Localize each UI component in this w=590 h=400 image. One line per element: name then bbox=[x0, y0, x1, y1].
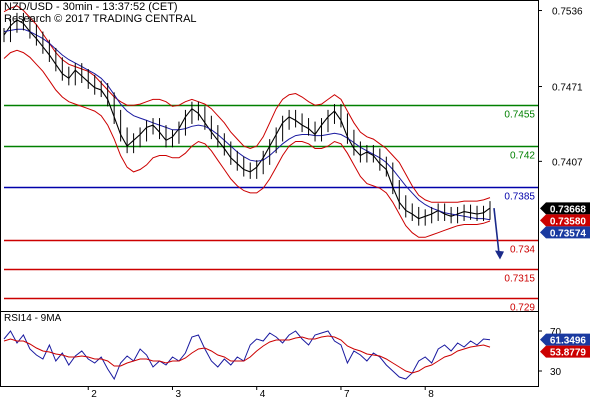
rsi-title: RSI14 - 9MA bbox=[4, 313, 62, 324]
level-label: 0.7385 bbox=[504, 192, 535, 203]
level-label: 0.742 bbox=[510, 151, 535, 162]
price-badge-label: 0.73574 bbox=[550, 228, 587, 239]
price-badge-label: 0.73580 bbox=[550, 216, 587, 227]
level-label: 0.7455 bbox=[504, 110, 535, 121]
y-tick-label: 0.7407 bbox=[552, 157, 583, 168]
x-tick-label: 8 bbox=[428, 389, 434, 400]
chart-canvas: 0.74550.7420.73850.7340.73150.7290.75360… bbox=[0, 0, 590, 400]
rsi-badge-label: 53.8779 bbox=[550, 348, 587, 359]
chart-subtitle: Research © 2017 TRADING CENTRAL bbox=[4, 13, 197, 25]
chart-background bbox=[0, 0, 590, 400]
y-tick-label: 0.7471 bbox=[552, 83, 583, 94]
x-tick-label: 2 bbox=[91, 389, 97, 400]
x-tick-label: 7 bbox=[344, 389, 350, 400]
y-tick-label: 0.7536 bbox=[552, 7, 583, 18]
price-badge-label: 0.73668 bbox=[550, 204, 587, 215]
x-tick-label: 3 bbox=[175, 389, 181, 400]
rsi-y-tick-label: 30 bbox=[550, 367, 562, 378]
chart-title: NZD/USD - 30min - 13:37:52 (CET) bbox=[4, 1, 178, 13]
level-label: 0.734 bbox=[510, 245, 535, 256]
x-tick-label: 4 bbox=[260, 389, 266, 400]
level-label: 0.7315 bbox=[504, 274, 535, 285]
rsi-badge-label: 61.3496 bbox=[550, 336, 587, 347]
